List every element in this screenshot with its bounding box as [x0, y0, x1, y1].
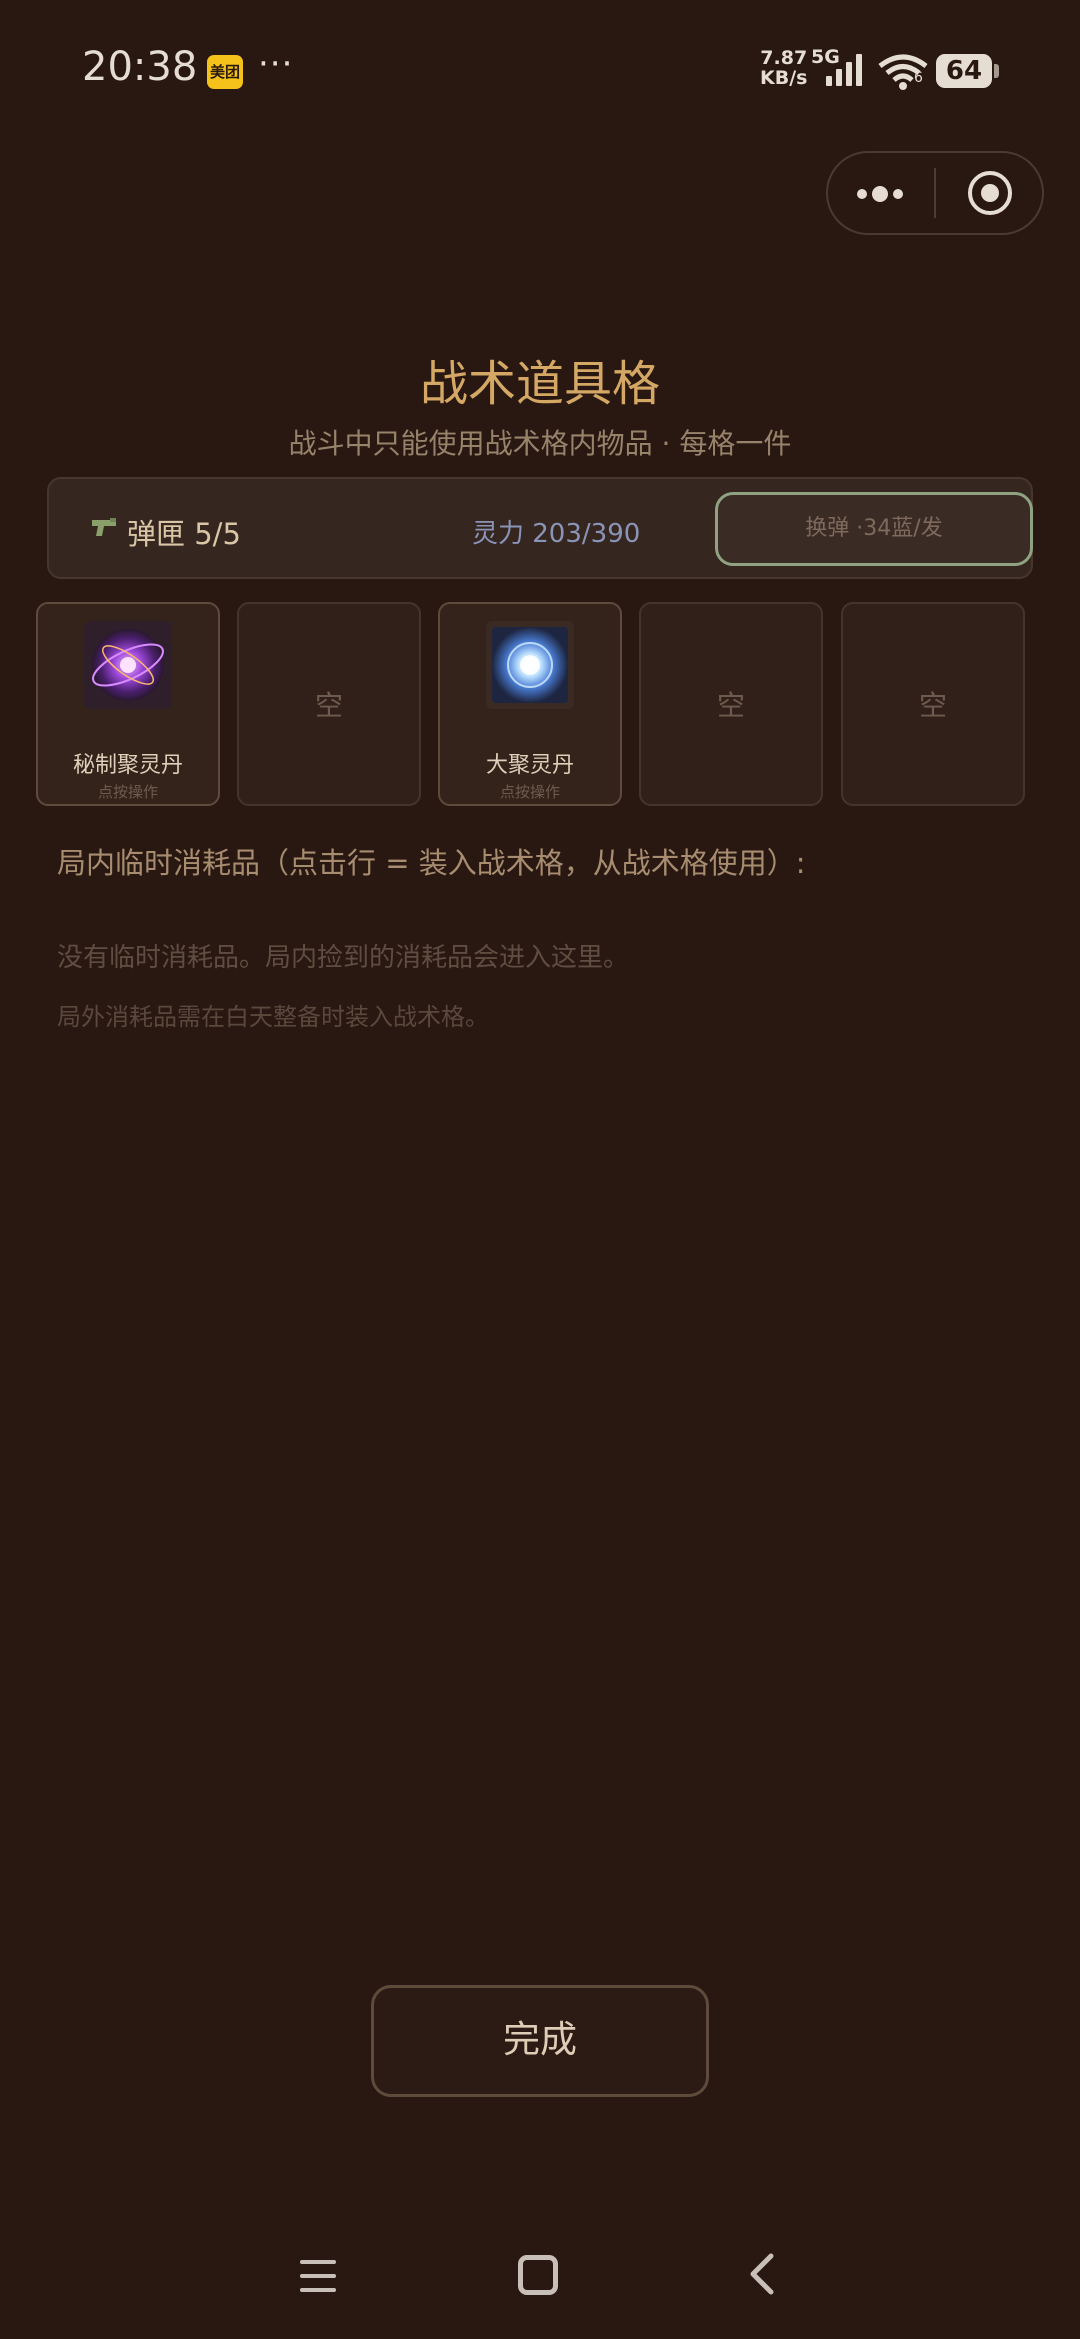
tactical-slot-3[interactable]: 大聚灵丹 点按操作 [438, 602, 622, 806]
back-icon[interactable] [747, 2252, 777, 2296]
consumables-label: 局内临时消耗品（点击行 = 装入战术格，从战术格使用）: [57, 846, 806, 880]
menu-icon[interactable] [298, 2258, 338, 2294]
network-speed-value: 7.87 [760, 47, 808, 69]
more-options-icon[interactable] [852, 174, 908, 214]
slot-empty-label: 空 [918, 689, 947, 722]
page-title: 战术道具格 [419, 356, 660, 412]
consumables-note: 局外消耗品需在白天整备时装入战术格。 [57, 1003, 489, 1031]
network-speed: 7.87 KB/s [760, 48, 807, 88]
ammo-count: 弹匣 5/5 [127, 517, 241, 551]
capsule-divider [934, 168, 936, 218]
purple-orb-icon [84, 621, 172, 709]
tactical-slot-2[interactable]: 空 [237, 602, 421, 806]
status-time: 20:38 [82, 44, 198, 90]
mana-count: 灵力 203/390 [472, 519, 641, 549]
blue-orb-icon [486, 621, 574, 709]
slot-item-name: 大聚灵丹 [485, 753, 574, 778]
network-speed-unit: KB/s [760, 67, 808, 89]
consumables-empty-message: 没有临时消耗品。局内捡到的消耗品会进入这里。 [57, 943, 630, 973]
tactical-slot-1[interactable]: 秘制聚灵丹 点按操作 [36, 602, 220, 806]
tactical-slot-4[interactable]: 空 [639, 602, 823, 806]
battery-icon: 64 [936, 54, 992, 88]
slot-item-hint: 点按操作 [499, 783, 560, 801]
more-notifications-icon: ··· [258, 44, 294, 84]
home-icon[interactable] [518, 2255, 558, 2295]
slot-item-name: 秘制聚灵丹 [72, 753, 183, 778]
meituan-app-icon: 美团 [207, 55, 243, 89]
close-miniprogram-icon[interactable] [968, 171, 1012, 215]
page-subtitle: 战斗中只能使用战术格内物品 · 每格一件 [288, 427, 792, 460]
tactical-slot-5[interactable]: 空 [841, 602, 1025, 806]
battery-tip [994, 64, 999, 78]
reload-button[interactable]: 换弹 ·34蓝/发 [715, 492, 1033, 566]
gun-icon [92, 518, 116, 536]
done-button[interactable]: 完成 [371, 1985, 709, 2097]
slot-empty-label: 空 [716, 689, 745, 722]
wifi-sub-label: 6 [914, 70, 923, 86]
slot-item-hint: 点按操作 [97, 783, 158, 801]
signal-icon [826, 54, 862, 86]
slot-empty-label: 空 [314, 689, 343, 722]
